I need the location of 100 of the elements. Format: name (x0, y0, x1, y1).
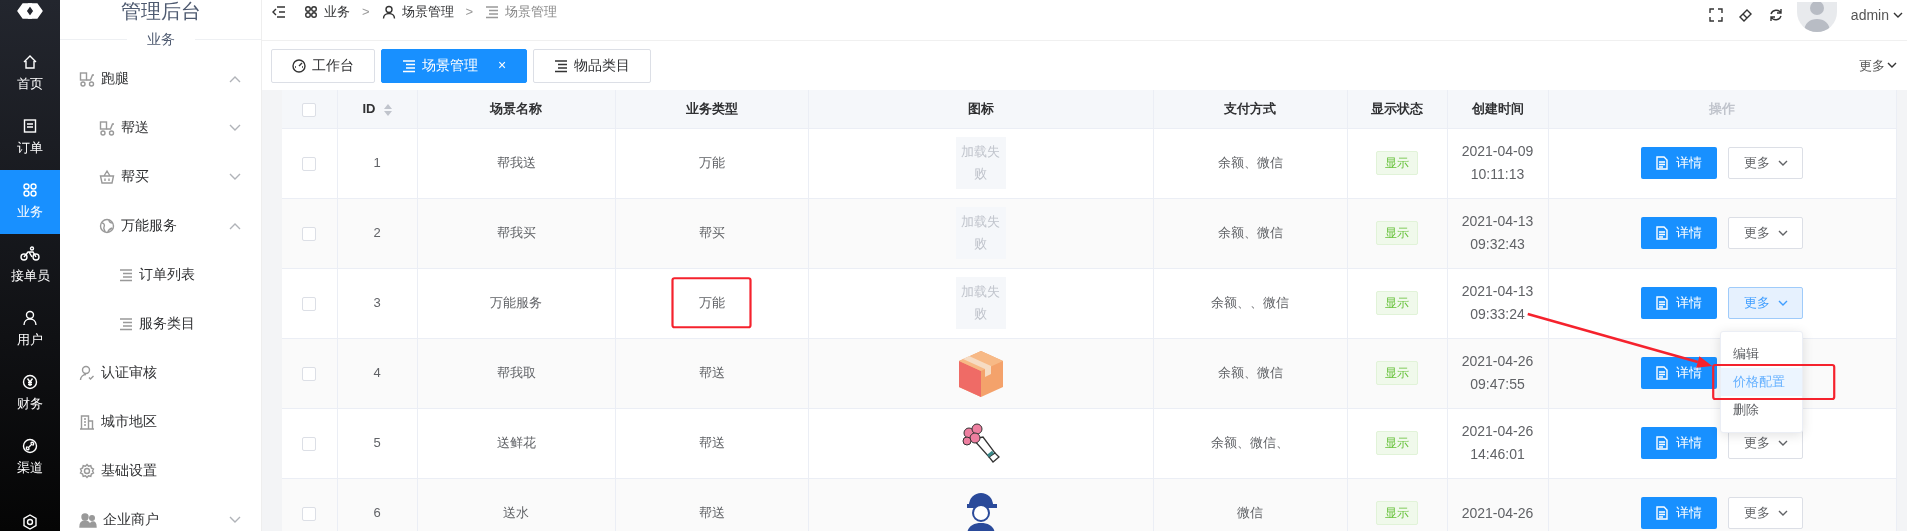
date-time: 2021-04-13 09:32:43 (1460, 212, 1535, 254)
more-tabs-menu[interactable]: 更多 (1859, 55, 1897, 76)
status-tag: 显示 (1376, 151, 1418, 175)
rail-item[interactable]: 渠道 (0, 426, 60, 490)
status-tag: 显示 (1376, 291, 1418, 315)
sidebar-item[interactable]: 订单列表 (60, 250, 261, 299)
scooter-icon (99, 119, 115, 136)
avatar[interactable] (1796, 2, 1837, 32)
row-checkbox[interactable] (302, 226, 317, 241)
more-dropdown-button[interactable]: 更多 (1728, 147, 1804, 179)
rail-item[interactable]: 用户 (0, 298, 60, 362)
row-checkbox[interactable] (302, 296, 317, 311)
row-checkbox[interactable] (302, 156, 317, 171)
more-dropdown-button[interactable]: 更多 (1728, 497, 1804, 529)
chevron-down-icon (1887, 62, 1897, 69)
document-icon (1656, 506, 1669, 520)
chevron-down-icon (229, 123, 241, 132)
table-cell: 万能 (698, 155, 725, 171)
rail-item[interactable]: 财务 (0, 362, 60, 426)
list-icon (485, 4, 500, 19)
fullscreen-icon (1708, 8, 1723, 22)
collapse-menu-icon (272, 5, 286, 18)
person-icon (381, 4, 396, 19)
chevron-down-icon (229, 172, 241, 181)
document-icon (1656, 436, 1669, 450)
row-checkbox[interactable] (302, 506, 317, 521)
breadcrumb-item[interactable]: 场景管理 (401, 2, 454, 22)
menu-item[interactable]: 编辑 (1721, 340, 1803, 368)
chevron-down-icon (1777, 509, 1788, 517)
breadcrumb-separator: > (362, 3, 370, 21)
globe-icon (99, 217, 115, 234)
user-menu[interactable]: admin (1850, 5, 1903, 26)
status-tag: 显示 (1376, 361, 1418, 385)
table-cell: 余额、微信 (1217, 155, 1283, 171)
document-icon (1656, 366, 1669, 380)
table-cell: 4 (373, 365, 381, 381)
settings-icon (22, 514, 38, 530)
sidebar-item[interactable]: 帮送 (60, 103, 261, 152)
table-cell: 余额、微信、 (1211, 435, 1289, 451)
gauge-icon (292, 58, 306, 73)
table-cell: 6 (373, 505, 381, 521)
sidebar-item[interactable]: 基础设置 (60, 446, 261, 495)
sidebar-item[interactable]: 万能服务 (60, 201, 261, 250)
table-cell: 帮送 (698, 505, 725, 521)
breadcrumb-separator: > (465, 3, 474, 21)
chevron-down-icon (1777, 299, 1788, 307)
table-cell: 3 (373, 295, 381, 311)
chevron-down-icon (1777, 159, 1788, 167)
sidebar-item[interactable]: 服务类目 (60, 299, 261, 348)
list-icon (554, 58, 569, 73)
row-checkbox[interactable] (302, 436, 317, 451)
list-icon (119, 316, 133, 331)
table-cell: 余额、微信 (1217, 365, 1283, 381)
column-header: 创建时间 (1471, 101, 1524, 116)
rail-item[interactable]: 订单 (0, 106, 60, 170)
date-time: 2021-04-09 10:11:13 (1460, 142, 1535, 184)
sidebar-item[interactable]: 城市地区 (60, 397, 261, 446)
grid-icon (22, 182, 38, 199)
rail-item[interactable]: 首页 (0, 42, 60, 106)
breadcrumb-item[interactable]: 业务 (324, 2, 350, 22)
column-header: 业务类型 (685, 101, 738, 116)
table-cell: 帮我送 (496, 155, 536, 171)
sort-icon (383, 103, 392, 116)
row-checkbox[interactable] (302, 366, 317, 381)
chevron-up-icon (229, 221, 241, 230)
date-time: 2021-04-26 (1460, 503, 1535, 523)
list-icon (119, 267, 133, 282)
table-cell: 帮我买 (496, 225, 536, 241)
table-cell: 帮买 (698, 225, 725, 241)
breadcrumb-item: 场景管理 (505, 3, 558, 21)
app-title: 管理后台 (119, 0, 202, 22)
table-cell: 1 (373, 155, 381, 171)
status-tag: 显示 (1376, 431, 1418, 455)
menu-item[interactable]: 删除 (1721, 396, 1803, 424)
rail-item[interactable]: 接单员 (0, 234, 60, 298)
column-header[interactable]: ID (362, 100, 376, 116)
column-header: 支付方式 (1224, 101, 1276, 116)
yen-icon (22, 374, 38, 391)
document-icon (1656, 156, 1669, 170)
column-header: 显示状态 (1371, 101, 1423, 116)
table-cell: 余额、、微信 (1211, 295, 1289, 311)
sidebar-item[interactable]: 帮买 (60, 152, 261, 201)
logo-icon (16, 2, 44, 20)
table-cell: 帮我取 (496, 365, 536, 381)
tab[interactable]: 物品类目 (533, 48, 652, 83)
link-icon (22, 438, 38, 455)
document-icon (1656, 296, 1669, 310)
more-dropdown-button[interactable]: 更多 (1728, 217, 1804, 249)
select-all-checkbox[interactable] (302, 102, 317, 117)
tab[interactable]: 工作台 (271, 48, 375, 83)
sidebar-item[interactable]: 企业商户 (60, 495, 261, 531)
sidebar-item[interactable]: 跑腿 (60, 54, 261, 103)
table-cell: 余额、微信 (1217, 225, 1283, 241)
table-cell: 万能 (698, 295, 725, 311)
column-header: 场景名称 (490, 101, 542, 116)
date-time: 2021-04-26 09:47:55 (1460, 352, 1535, 394)
sidebar-item[interactable]: 认证审核 (60, 348, 261, 397)
date-time: 2021-04-26 14:46:01 (1460, 422, 1535, 464)
table-cell: 送鲜花 (496, 435, 536, 451)
column-header: 图标 (967, 101, 994, 116)
